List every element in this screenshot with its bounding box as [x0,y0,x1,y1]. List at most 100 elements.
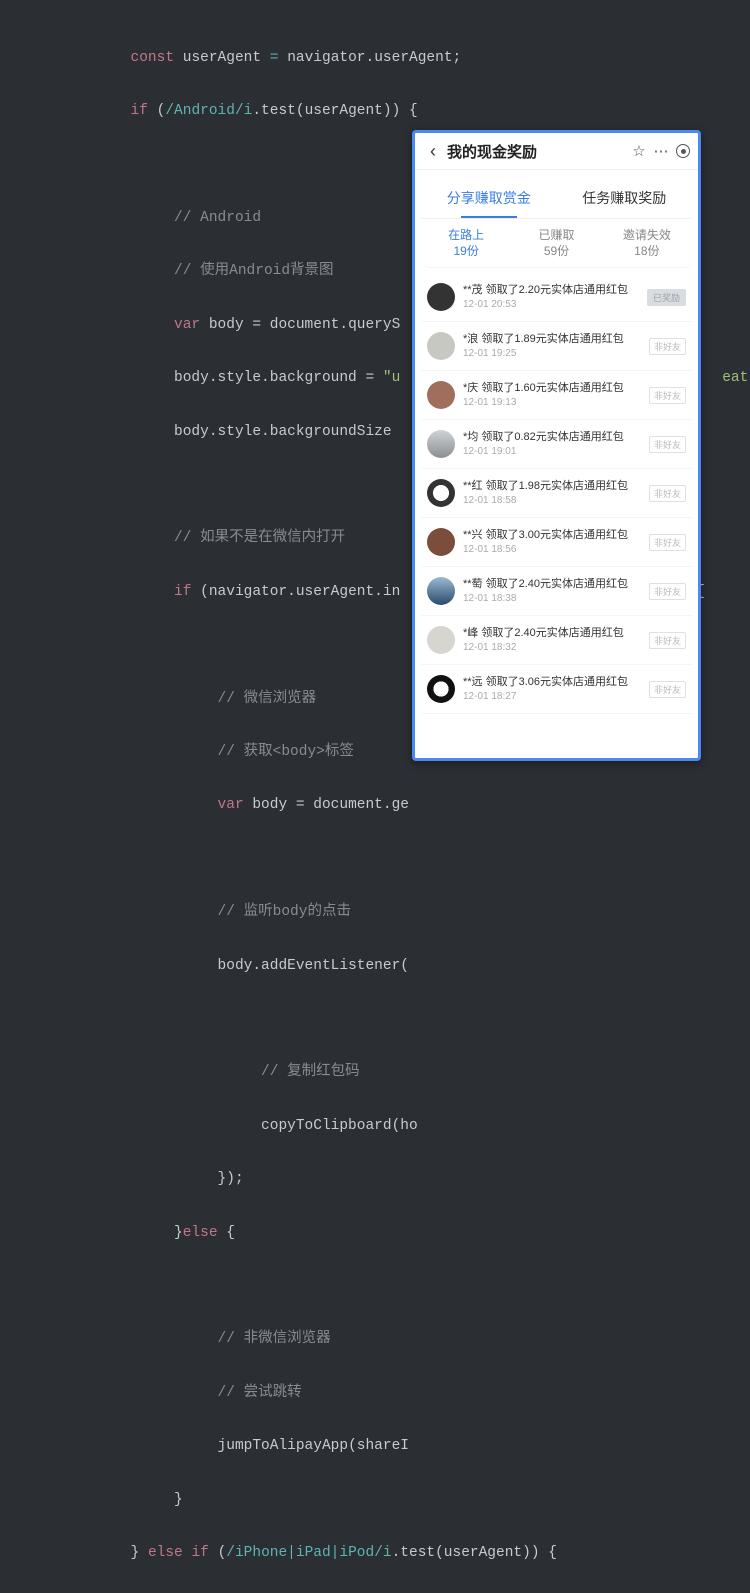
list-item[interactable]: *浪 领取了1.89元实体店通用红包12-01 19:25非好友 [421,322,692,371]
expr-nav-in: (navigator.userAgent.in [200,584,400,600]
phone-mockup: ‹ 我的现金奖励 ☆ ⋯ 分享赚取赏金 任务赚取奖励 在路上 19份 已赚取 5… [412,130,701,761]
stat-value: 19份 [421,243,511,259]
regex-ios: /iPhone|iPad|iPod/i [226,1545,391,1561]
brace-close-3: } [131,1545,148,1561]
row-title: **兴 领取了3.00元实体店通用红包 [463,528,645,543]
avatar [427,381,455,409]
expr-bgset: body.style.background = [174,370,383,386]
keyword-if: if [131,103,148,119]
stat-label: 在路上 [421,227,511,243]
row-time: 12-01 18:38 [463,592,645,605]
star-icon[interactable]: ☆ [628,142,650,160]
row-title: **红 领取了1.98元实体店通用红包 [463,479,645,494]
row-body: **远 领取了3.06元实体店通用红包12-01 18:27 [463,675,645,703]
stats-row: 在路上 19份 已赚取 59份 邀请失效 18份 [421,218,692,267]
avatar [427,332,455,360]
row-body: *均 领取了0.82元实体店通用红包12-01 19:01 [463,430,645,458]
list-item[interactable]: *庆 领取了1.60元实体店通用红包12-01 19:13非好友 [421,371,692,420]
row-body: **茂 领取了2.20元实体店通用红包12-01 20:53 [463,283,643,311]
expr-bgsize: body.style.backgroundSize [174,424,392,440]
avatar [427,528,455,556]
status-badge: 非好友 [649,681,686,698]
page-title: 我的现金奖励 [447,141,537,162]
list-item[interactable]: **远 领取了3.06元实体店通用红包12-01 18:27非好友 [421,665,692,714]
list-item[interactable]: **萄 领取了2.40元实体店通用红包12-01 18:38非好友 [421,567,692,616]
obj-navigator: navigator [287,50,365,66]
row-time: 12-01 18:58 [463,494,645,507]
row-title: *峰 领取了2.40元实体店通用红包 [463,626,645,641]
more-icon[interactable]: ⋯ [650,142,672,160]
row-title: **远 领取了3.06元实体店通用红包 [463,675,645,690]
brace-close-cb: }); [218,1171,244,1187]
stat-expired[interactable]: 邀请失效 18份 [602,227,692,259]
avatar [427,283,455,311]
keyword-elseif: else if [148,1545,209,1561]
row-title: **茂 领取了2.20元实体店通用红包 [463,283,643,298]
stat-earned[interactable]: 已赚取 59份 [511,227,601,259]
expr-jump: jumpToAlipayApp(shareI [218,1438,409,1454]
stat-value: 59份 [511,243,601,259]
expr-copy: copyToClipboard(ho [261,1118,418,1134]
row-time: 12-01 18:56 [463,543,645,556]
row-body: *浪 领取了1.89元实体店通用红包12-01 19:25 [463,332,645,360]
status-badge: 非好友 [649,338,686,355]
tab-underline [461,216,517,218]
row-time: 12-01 18:32 [463,641,645,654]
tab-task[interactable]: 任务赚取奖励 [557,188,693,208]
row-time: 12-01 19:13 [463,396,645,409]
brace-open-2: { [226,1225,235,1241]
comment-android: // Android [174,210,261,226]
status-badge: 非好友 [649,583,686,600]
status-badge: 非好友 [649,436,686,453]
status-badge: 非好友 [649,534,686,551]
record-icon[interactable] [676,144,690,158]
row-title: *庆 领取了1.60元实体店通用红包 [463,381,645,396]
avatar [427,675,455,703]
status-badge: 非好友 [649,632,686,649]
regex-android: /Android/i [165,103,252,119]
status-badge: 非好友 [649,485,686,502]
list-item[interactable]: *峰 领取了2.40元实体店通用红包12-01 18:32非好友 [421,616,692,665]
summary-card: 分享赚取赏金 任务赚取奖励 在路上 19份 已赚取 59份 邀请失效 18份 [421,178,692,267]
row-title: *浪 领取了1.89元实体店通用红包 [463,332,645,347]
comment-wxbrowser: // 微信浏览器 [218,691,317,707]
expr-addlistener: body.addEventListener( [218,958,409,974]
status-badge: 非好友 [649,387,686,404]
row-body: **萄 领取了2.40元实体店通用红包12-01 18:38 [463,577,645,605]
brace-close-2: } [174,1492,183,1508]
keyword-const: const [131,50,175,66]
reward-list[interactable]: **茂 领取了2.20元实体店通用红包12-01 20:53已奖励*浪 领取了1… [421,273,692,714]
str-u: "u [383,370,400,386]
tab-share[interactable]: 分享赚取赏金 [421,188,557,208]
row-time: 12-01 20:53 [463,298,643,311]
avatar [427,577,455,605]
stat-onway[interactable]: 在路上 19份 [421,227,511,259]
row-body: *峰 领取了2.40元实体店通用红包12-01 18:32 [463,626,645,654]
list-item[interactable]: **茂 领取了2.20元实体店通用红包12-01 20:53已奖励 [421,273,692,322]
comment-nonwx: // 非微信浏览器 [218,1331,331,1347]
back-button[interactable]: ‹ [423,141,443,162]
op-eq: = [270,50,279,66]
row-title: *均 领取了0.82元实体店通用红包 [463,430,645,445]
stat-label: 邀请失效 [602,227,692,243]
expr-docge: body = document.ge [252,797,409,813]
status-badge: 已奖励 [647,289,686,306]
list-item[interactable]: **兴 领取了3.00元实体店通用红包12-01 18:56非好友 [421,518,692,567]
list-item[interactable]: *均 领取了0.82元实体店通用红包12-01 19:01非好友 [421,420,692,469]
expr-test: .test(userAgent)) { [252,103,417,119]
stat-label: 已赚取 [511,227,601,243]
comment-bg: // 使用Android背景图 [174,263,334,279]
avatar [427,479,455,507]
row-body: *庆 领取了1.60元实体店通用红包12-01 19:13 [463,381,645,409]
row-body: **兴 领取了3.00元实体店通用红包12-01 18:56 [463,528,645,556]
row-body: **红 领取了1.98元实体店通用红包12-01 18:58 [463,479,645,507]
list-item[interactable]: **红 领取了1.98元实体店通用红包12-01 18:58非好友 [421,469,692,518]
comment-copy: // 复制红包码 [261,1064,360,1080]
prop-userAgent: .userAgent; [366,50,462,66]
var-userAgent: userAgent [183,50,261,66]
comment-getbody: // 获取<body>标签 [218,744,354,760]
row-time: 12-01 19:25 [463,347,645,360]
row-time: 12-01 19:01 [463,445,645,458]
brace-close: } [174,1225,183,1241]
comment-listen: // 监听body的点击 [218,904,351,920]
